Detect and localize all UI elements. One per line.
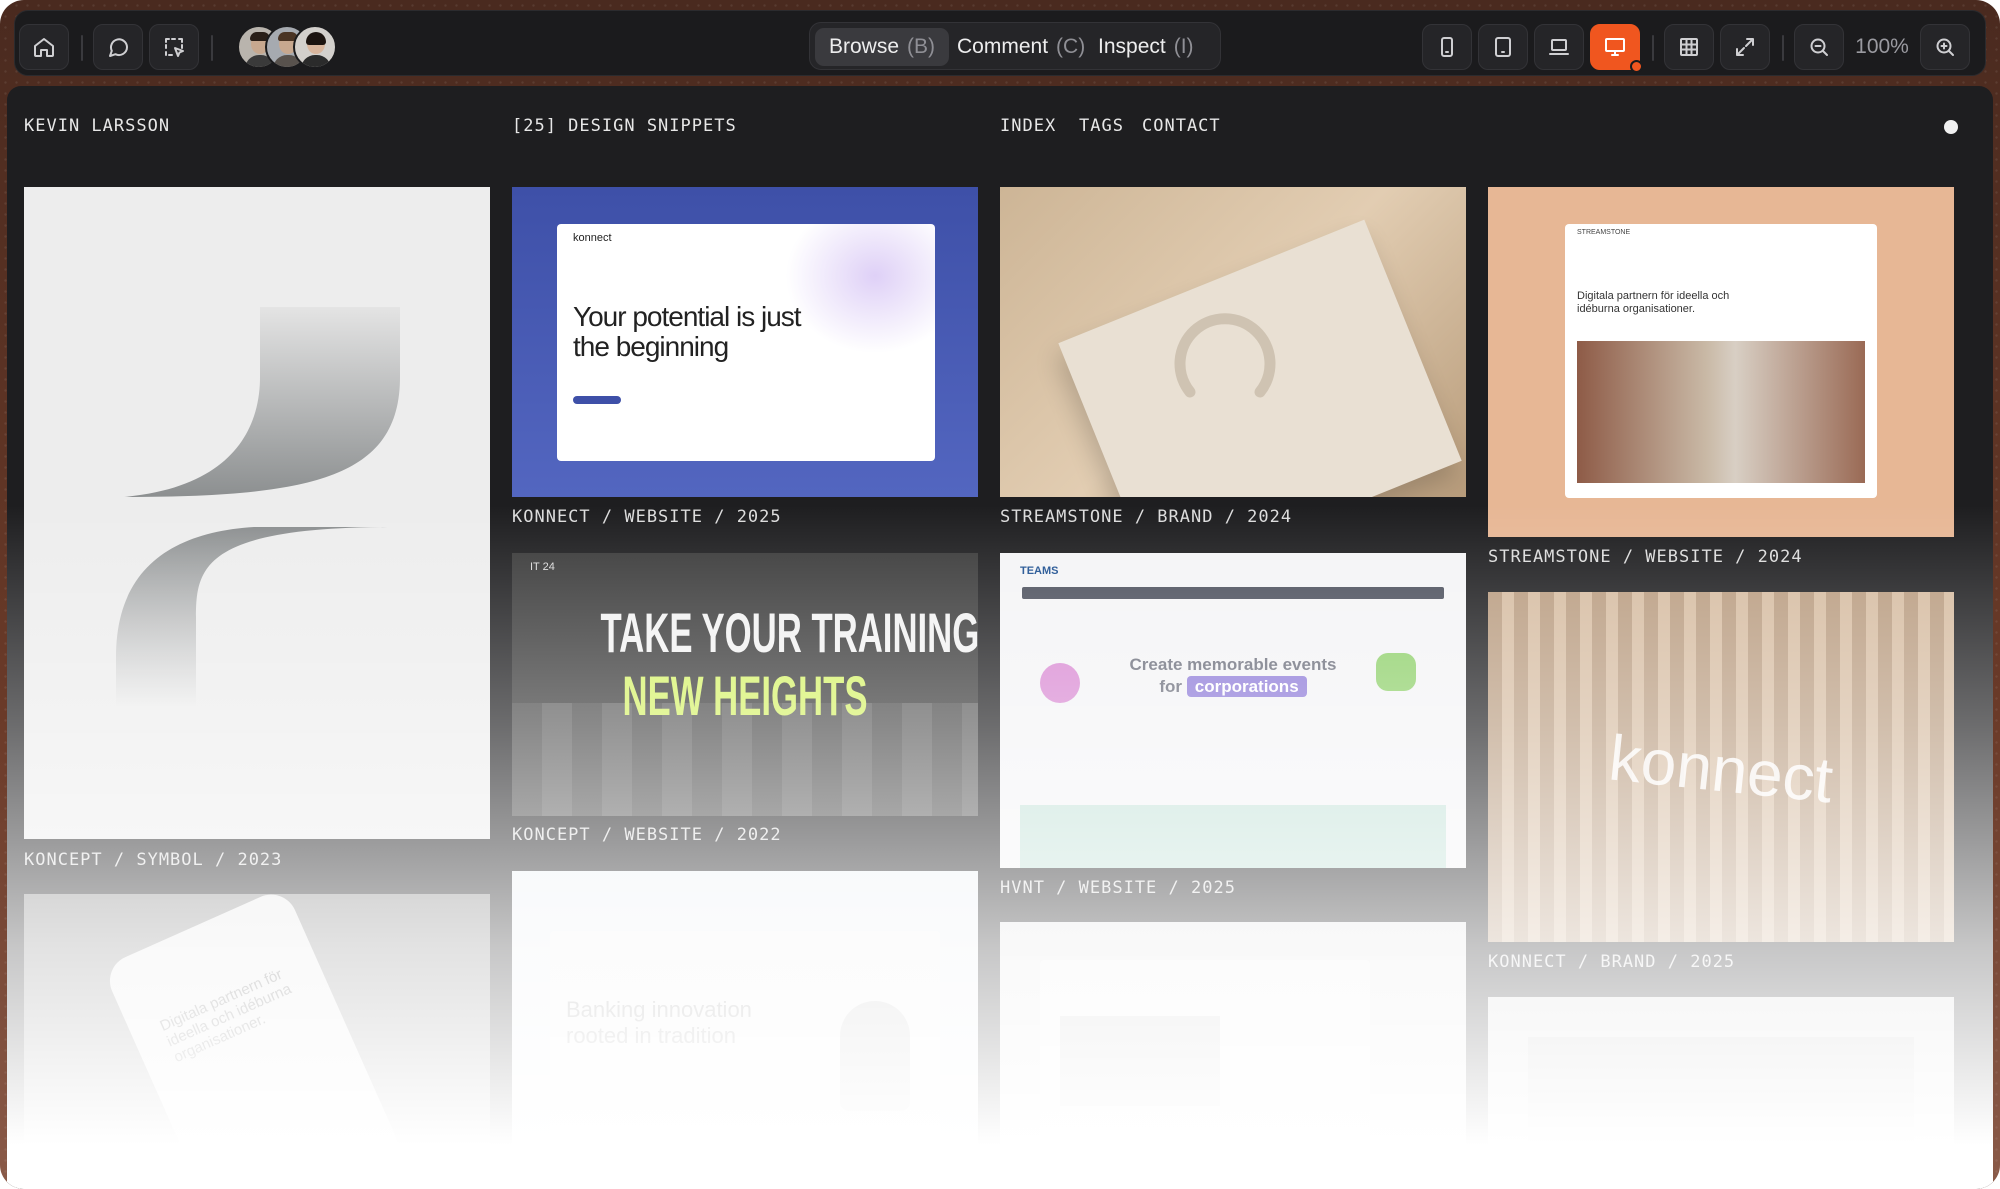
browse-mode-button[interactable]: Browse (B): [815, 28, 950, 66]
toolbar-divider: [1652, 35, 1654, 61]
toolbar-divider: [81, 35, 83, 61]
phone-text: Digitala partnern för ideella och idébur…: [157, 965, 295, 1066]
cta-button: [573, 396, 621, 404]
gym-headline-accent: NEW HEIGHTS: [622, 664, 868, 727]
street-photo: [1577, 341, 1865, 483]
card-caption: HVNT / WEBSITE / 2025: [1000, 878, 1236, 898]
zoom-level[interactable]: 100%: [1847, 24, 1917, 70]
card-caption: STREAMSTONE / WEBSITE / 2024: [1488, 547, 1803, 567]
desktop-icon: [1605, 38, 1625, 56]
symbol-artwork: [116, 307, 400, 707]
card-koncept-symbol[interactable]: [24, 187, 490, 839]
card-auto-website[interactable]: [1000, 922, 1466, 1189]
nav-index-link[interactable]: INDEX: [1000, 116, 1056, 136]
gym-logo: IT 24: [530, 561, 555, 573]
collaborator-avatars[interactable]: [237, 25, 337, 69]
comment-button[interactable]: [93, 24, 143, 70]
zoom-out-icon: [1810, 38, 1828, 56]
card-caption: KONCEPT / WEBSITE / 2022: [512, 825, 782, 845]
shortcut-key: (B): [907, 35, 936, 58]
ring-logo: [1174, 313, 1276, 398]
mode-label: Browse: [829, 35, 900, 58]
card-caption: KONNECT / WEBSITE / 2025: [512, 507, 782, 527]
car-photo: [1060, 1016, 1220, 1106]
avatar[interactable]: [293, 25, 337, 69]
card-koncept-website[interactable]: IT 24 TAKE YOUR TRAINING TO NEW HEIGHTS: [512, 553, 978, 816]
bank-headline: Banking innovation rooted in tradition: [566, 997, 752, 1048]
site-header: KEVIN LARSSON [25] DESIGN SNIPPETS INDEX…: [24, 116, 1964, 140]
toolbar: Browse (B) Comment (C) Inspect (I) 100%: [14, 10, 1986, 76]
decor-blob: [1040, 663, 1080, 703]
app-frame: Browse (B) Comment (C) Inspect (I) 100% …: [0, 0, 2000, 1189]
comment-mode-button[interactable]: Comment (C): [943, 28, 1099, 66]
laptop-icon: [1549, 39, 1569, 55]
konnect-headline: Your potential is just the beginning: [573, 301, 802, 362]
streamstone-logo: STREAMSTONE: [1577, 229, 1631, 236]
teams-headline-for: for: [1159, 677, 1183, 696]
card-streamstone-brand[interactable]: [1000, 187, 1466, 497]
mode-label: Comment: [957, 35, 1049, 58]
phone-view-button[interactable]: [1422, 24, 1472, 70]
home-icon: [34, 38, 54, 57]
grid-view-button[interactable]: [1664, 24, 1714, 70]
mode-switcher: Browse (B) Comment (C) Inspect (I): [809, 22, 1221, 70]
card-caption: KONNECT / BRAND / 2025: [1488, 952, 1736, 972]
gym-headline: TAKE YOUR TRAINING TO: [600, 601, 978, 664]
browser-mockup: [1040, 960, 1370, 1189]
fullscreen-button[interactable]: [1720, 24, 1770, 70]
notification-dot: [1630, 60, 1643, 73]
card-streamstone-mobile[interactable]: Digitala partnern för ideella och idébur…: [24, 894, 490, 1189]
tablet-icon: [1495, 37, 1511, 57]
card-konnect-brand[interactable]: konnect: [1488, 592, 1954, 942]
teams-headline-pill: corporations: [1186, 676, 1307, 697]
expand-icon: [1736, 38, 1754, 56]
nav-contact-link[interactable]: CONTACT: [1142, 116, 1221, 136]
shortcut-key: (I): [1173, 35, 1194, 58]
select-button[interactable]: [149, 24, 199, 70]
zoom-out-button[interactable]: [1794, 24, 1844, 70]
decor-blob: [1376, 653, 1416, 691]
banner-bar: [1022, 587, 1444, 599]
card-streamstone-website[interactable]: STREAMSTONE Digitala partnern för ideell…: [1488, 187, 1954, 537]
zoom-in-button[interactable]: [1920, 24, 1970, 70]
teams-logo: TEAMS: [1020, 565, 1059, 577]
browser-mockup: konnect Your potential is just the begin…: [557, 224, 935, 461]
grid-icon: [1680, 38, 1698, 56]
card-konnect-website[interactable]: konnect Your potential is just the begin…: [512, 187, 978, 497]
streamstone-headline: Digitala partnern för ideella och idébur…: [1577, 290, 1730, 315]
card-hvnt-website[interactable]: TEAMS Create memorable events for corpor…: [1000, 553, 1466, 868]
hero-image: [1020, 805, 1446, 868]
toolbar-divider: [211, 35, 213, 61]
konnect-logo: konnect: [573, 232, 612, 244]
shortcut-key: (C): [1056, 35, 1086, 58]
tablet-view-button[interactable]: [1478, 24, 1528, 70]
desktop-view-button[interactable]: [1590, 24, 1643, 73]
laptop-view-button[interactable]: [1534, 24, 1584, 70]
person-photo: [840, 1001, 910, 1111]
card-caption: STREAMSTONE / BRAND / 2024: [1000, 507, 1293, 527]
select-icon: [165, 38, 184, 57]
card-caption: KONCEPT / SYMBOL / 2023: [24, 850, 283, 870]
nav-tags-link[interactable]: TAGS: [1079, 116, 1124, 136]
preview-viewport[interactable]: KEVIN LARSSON [25] DESIGN SNIPPETS INDEX…: [7, 86, 1993, 1189]
comment-icon: [109, 38, 128, 57]
site-author[interactable]: KEVIN LARSSON: [24, 116, 170, 136]
home-button[interactable]: [19, 24, 69, 70]
phone-icon: [1441, 37, 1453, 57]
wood-logo: konnect: [1605, 721, 1837, 817]
footer-block: [1528, 1037, 1914, 1189]
mode-label: Inspect: [1098, 35, 1166, 58]
phone-mockup: Digitala partnern för ideella och idébur…: [101, 894, 407, 1189]
zoom-in-icon: [1936, 38, 1954, 56]
card-contact-page[interactable]: [1488, 997, 1954, 1189]
site-count: [25] DESIGN SNIPPETS: [512, 116, 737, 136]
menu-dot[interactable]: [1944, 120, 1958, 134]
browser-mockup: Banking innovation rooted in tradition: [550, 931, 940, 1189]
card-banking-website[interactable]: Banking innovation rooted in tradition: [512, 871, 978, 1189]
toolbar-divider: [1782, 35, 1784, 61]
browser-mockup: STREAMSTONE Digitala partnern för ideell…: [1565, 224, 1877, 498]
inspect-mode-button[interactable]: Inspect (I): [1084, 28, 1208, 66]
